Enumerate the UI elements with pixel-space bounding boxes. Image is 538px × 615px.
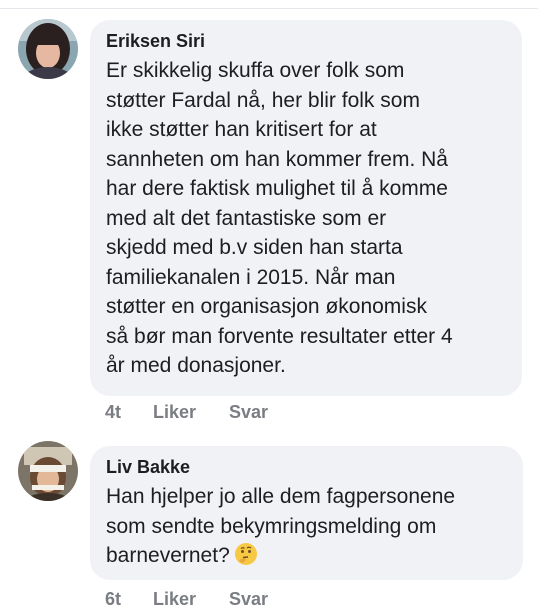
divider: [0, 8, 538, 9]
comment-actions: 4t Liker Svar: [105, 402, 268, 423]
reply-button[interactable]: Svar: [229, 589, 268, 610]
avatar-photo: [18, 441, 78, 501]
reply-button[interactable]: Svar: [229, 402, 268, 423]
comment-author[interactable]: Liv Bakke: [106, 456, 507, 478]
avatar[interactable]: [18, 441, 78, 501]
like-button[interactable]: Liker: [153, 589, 229, 610]
comment-bubble: Eriksen Siri Er skikkelig skuffa over fo…: [90, 20, 522, 396]
thinking-face-emoji-icon: [234, 542, 258, 566]
avatar-photo: [18, 19, 78, 79]
comment-text: Er skikkelig skuffa over folk som støtte…: [106, 59, 453, 377]
comment-text: Han hjelper jo alle dem fagpersonene som…: [106, 482, 507, 571]
comment-actions: 6t Liker Svar: [105, 589, 268, 610]
comment-text-body: Han hjelper jo alle dem fagpersonene som…: [106, 485, 456, 567]
comment-bubble: Liv Bakke Han hjelper jo alle dem fagper…: [90, 446, 523, 580]
comment-timestamp[interactable]: 4t: [105, 402, 153, 423]
avatar[interactable]: [18, 19, 78, 79]
comment-author[interactable]: Eriksen Siri: [106, 30, 506, 52]
like-button[interactable]: Liker: [153, 402, 229, 423]
comment-timestamp[interactable]: 6t: [105, 589, 153, 610]
